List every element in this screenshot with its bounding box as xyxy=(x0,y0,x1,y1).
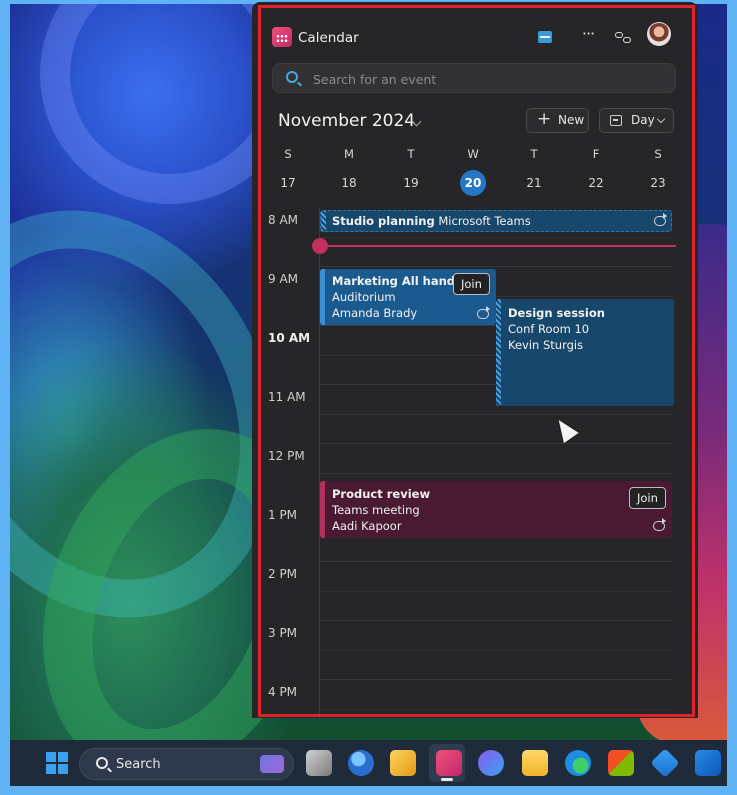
date-cell[interactable]: 18 xyxy=(334,176,364,190)
taskbar-search-label: Search xyxy=(116,757,161,772)
grid-line xyxy=(320,679,673,680)
join-button[interactable]: Join xyxy=(629,487,666,509)
calendar-app-icon xyxy=(272,27,292,47)
event-studio-planning[interactable]: Studio planning Microsoft Teams xyxy=(320,210,672,232)
event-status-bar xyxy=(496,299,501,406)
date-cell[interactable]: 22 xyxy=(581,176,611,190)
event-status-bar xyxy=(320,481,325,538)
time-label: 12 PM xyxy=(268,449,305,463)
new-button-label: New xyxy=(558,113,585,127)
grid-line xyxy=(320,237,673,238)
event-organizer: Kevin Sturgis xyxy=(508,338,584,352)
file-explorer-icon[interactable] xyxy=(522,750,548,776)
recurring-icon xyxy=(653,521,665,531)
date-cell[interactable]: 23 xyxy=(643,176,673,190)
weekday-label: S xyxy=(284,147,292,161)
recurring-icon xyxy=(654,216,666,226)
calendar-header: Calendar ··· xyxy=(252,20,698,50)
weekday-label: M xyxy=(344,147,354,161)
event-location: Conf Room 10 xyxy=(508,322,590,336)
grid-line xyxy=(320,561,673,562)
chevron-down-icon xyxy=(656,114,666,124)
grid-line xyxy=(320,443,673,444)
app-title: Calendar xyxy=(298,30,359,46)
grid-line xyxy=(320,591,673,592)
event-design-session[interactable]: Design session Conf Room 10 Kevin Sturgi… xyxy=(496,299,674,406)
open-calendar-icon[interactable] xyxy=(535,26,559,50)
time-label: 10 AM xyxy=(268,331,311,345)
task-view-icon[interactable] xyxy=(306,750,332,776)
time-label: 3 PM xyxy=(268,626,298,640)
view-button-label: Day xyxy=(631,113,655,127)
event-location: Microsoft Teams xyxy=(438,214,531,228)
time-label: 1 PM xyxy=(268,508,298,522)
search-icon xyxy=(286,71,298,83)
event-title: Design session xyxy=(508,306,605,320)
event-location: Auditorium xyxy=(332,290,396,304)
grid-line xyxy=(320,414,673,415)
grid-line xyxy=(320,266,673,267)
grid-line xyxy=(320,650,673,651)
event-product-review[interactable]: Product review Teams meeting Aadi Kapoor… xyxy=(320,481,672,538)
date-cell-today[interactable]: 20 xyxy=(460,170,486,196)
taskbar-search[interactable]: Search xyxy=(79,748,294,780)
event-marketing-all-hands[interactable]: Marketing All hands Auditorium Amanda Br… xyxy=(320,269,496,325)
event-location: Teams meeting xyxy=(332,503,420,517)
date-cell[interactable]: 21 xyxy=(519,176,549,190)
calendar-flyout: Calendar ··· November 2024 + New Day S M… xyxy=(252,2,698,718)
time-label: 2 PM xyxy=(268,567,298,581)
search-input[interactable] xyxy=(313,70,663,88)
event-title-line: Studio planning Microsoft Teams xyxy=(332,214,531,228)
join-button[interactable]: Join xyxy=(453,273,490,295)
event-status-bar xyxy=(321,211,326,231)
current-time-line xyxy=(320,245,676,247)
weekday-label: S xyxy=(654,147,662,161)
event-title: Marketing All hands xyxy=(332,274,462,288)
view-selector-button[interactable]: Day xyxy=(599,108,674,133)
more-options-icon[interactable]: ··· xyxy=(576,26,600,50)
calendar-taskbar-icon[interactable] xyxy=(436,750,462,776)
time-label: 8 AM xyxy=(268,213,299,227)
grid-line xyxy=(320,473,673,474)
weekday-label: T xyxy=(407,147,415,161)
calendar-view-icon xyxy=(610,115,622,126)
event-title: Product review xyxy=(332,487,431,501)
event-organizer: Amanda Brady xyxy=(332,306,418,320)
current-time-dot xyxy=(312,238,328,254)
weekday-label: F xyxy=(592,147,600,161)
start-icon[interactable] xyxy=(46,752,68,774)
event-organizer: Aadi Kapoor xyxy=(332,519,402,533)
date-cell[interactable]: 17 xyxy=(273,176,303,190)
weekday-label: T xyxy=(530,147,538,161)
link-accounts-icon[interactable] xyxy=(612,26,636,50)
weekday-label: W xyxy=(467,147,479,161)
date-cell[interactable]: 19 xyxy=(396,176,426,190)
recurring-icon xyxy=(477,309,489,319)
time-label: 9 AM xyxy=(268,272,299,286)
time-label: 11 AM xyxy=(268,390,306,404)
store-icon[interactable] xyxy=(608,750,634,776)
plus-icon: + xyxy=(537,109,552,129)
copilot-app-icon[interactable] xyxy=(650,748,680,778)
avatar[interactable] xyxy=(647,22,671,46)
event-title: Studio planning xyxy=(332,214,435,228)
grid-line xyxy=(320,620,673,621)
month-title[interactable]: November 2024 xyxy=(278,111,415,131)
time-label: 4 PM xyxy=(268,685,298,699)
event-status-bar xyxy=(320,269,325,325)
notes-icon[interactable] xyxy=(390,750,416,776)
copilot-icon[interactable] xyxy=(478,750,504,776)
grid-line xyxy=(320,709,673,710)
search-icon xyxy=(96,757,108,769)
edge-icon[interactable] xyxy=(565,750,591,776)
outlook-icon[interactable] xyxy=(695,750,721,776)
people-icon[interactable] xyxy=(348,750,374,776)
search-highlight-icon xyxy=(260,755,284,773)
new-event-button[interactable]: + New xyxy=(526,108,589,133)
event-search-box[interactable] xyxy=(272,63,676,93)
